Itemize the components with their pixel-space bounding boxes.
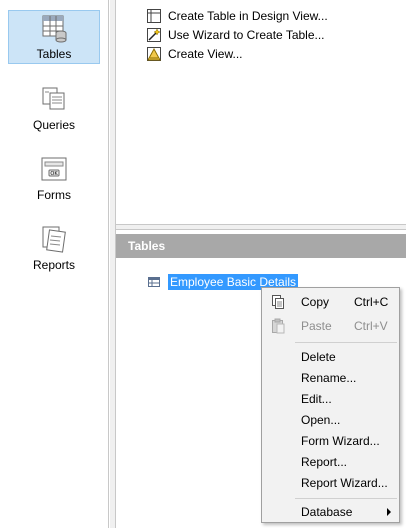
nav-label-reports: Reports (32, 258, 76, 272)
menu-label: Form Wizard... (301, 433, 380, 448)
menu-item-delete[interactable]: Delete (262, 346, 399, 367)
menu-label: Rename... (301, 370, 357, 385)
menu-label: Report... (301, 454, 348, 469)
copy-icon (272, 294, 284, 309)
menu-item-form-wizard[interactable]: Form Wizard... (262, 430, 399, 451)
paste-icon (272, 318, 285, 333)
table-icon (148, 277, 160, 287)
reports-icon (42, 226, 66, 253)
menu-label: Paste (301, 318, 332, 333)
wizard-icon (147, 28, 161, 42)
menu-item-edit[interactable]: Edit... (262, 388, 399, 409)
menu-item-report[interactable]: Report... (262, 451, 399, 472)
menu-label: Delete (301, 349, 336, 364)
task-create-view[interactable]: Create View... (146, 45, 242, 63)
horizontal-splitter[interactable] (116, 225, 406, 230)
nav-label-queries: Queries (32, 118, 76, 132)
menu-label: Database (301, 504, 353, 519)
menu-item-database[interactable]: Database (262, 501, 399, 522)
design-view-icon (147, 9, 161, 23)
nav-label-forms: Forms (37, 188, 71, 202)
nav-item-forms[interactable]: OK Forms (8, 150, 100, 204)
task-create-table-design[interactable]: Create Table in Design View... (146, 7, 328, 25)
task-wizard-table[interactable]: Use Wizard to Create Table... (146, 26, 325, 44)
view-icon (147, 47, 161, 61)
context-menu: Copy Ctrl+C Paste Ctrl+V Delete Rename..… (261, 287, 400, 523)
menu-item-open[interactable]: Open... (262, 409, 399, 430)
menu-label: Report Wizard... (301, 475, 388, 490)
menu-shortcut: Ctrl+V (354, 318, 388, 333)
menu-shortcut: Ctrl+C (354, 294, 389, 309)
menu-separator (295, 498, 397, 499)
nav-item-reports[interactable]: Reports (8, 220, 100, 274)
menu-item-paste[interactable]: Paste Ctrl+V (262, 315, 399, 336)
tasks-pane: Create Table in Design View... Use Wizar… (116, 0, 406, 225)
nav-item-tables[interactable]: Tables (8, 10, 100, 64)
tables-pane-header: Tables (116, 234, 406, 258)
nav-label-tables: Tables (36, 47, 72, 61)
forms-icon: OK (41, 157, 67, 181)
task-label: Create Table in Design View... (168, 9, 328, 23)
task-label: Use Wizard to Create Table... (168, 28, 325, 42)
menu-label: Copy (301, 294, 330, 309)
queries-icon (42, 87, 65, 110)
menu-label: Edit... (301, 391, 332, 406)
menu-label: Open... (301, 412, 341, 427)
nav-item-queries[interactable]: Queries (8, 80, 100, 134)
tables-icon (42, 15, 67, 43)
task-label: Create View... (168, 47, 243, 61)
menu-separator (295, 342, 397, 343)
submenu-arrow-icon (387, 508, 391, 516)
menu-item-copy[interactable]: Copy Ctrl+C (262, 291, 399, 312)
menu-item-rename[interactable]: Rename... (262, 367, 399, 388)
menu-item-report-wizard[interactable]: Report Wizard... (262, 472, 399, 493)
navigation-pane: Tables Queries OK Forms Reports (0, 0, 109, 528)
svg-text:OK: OK (50, 171, 58, 177)
